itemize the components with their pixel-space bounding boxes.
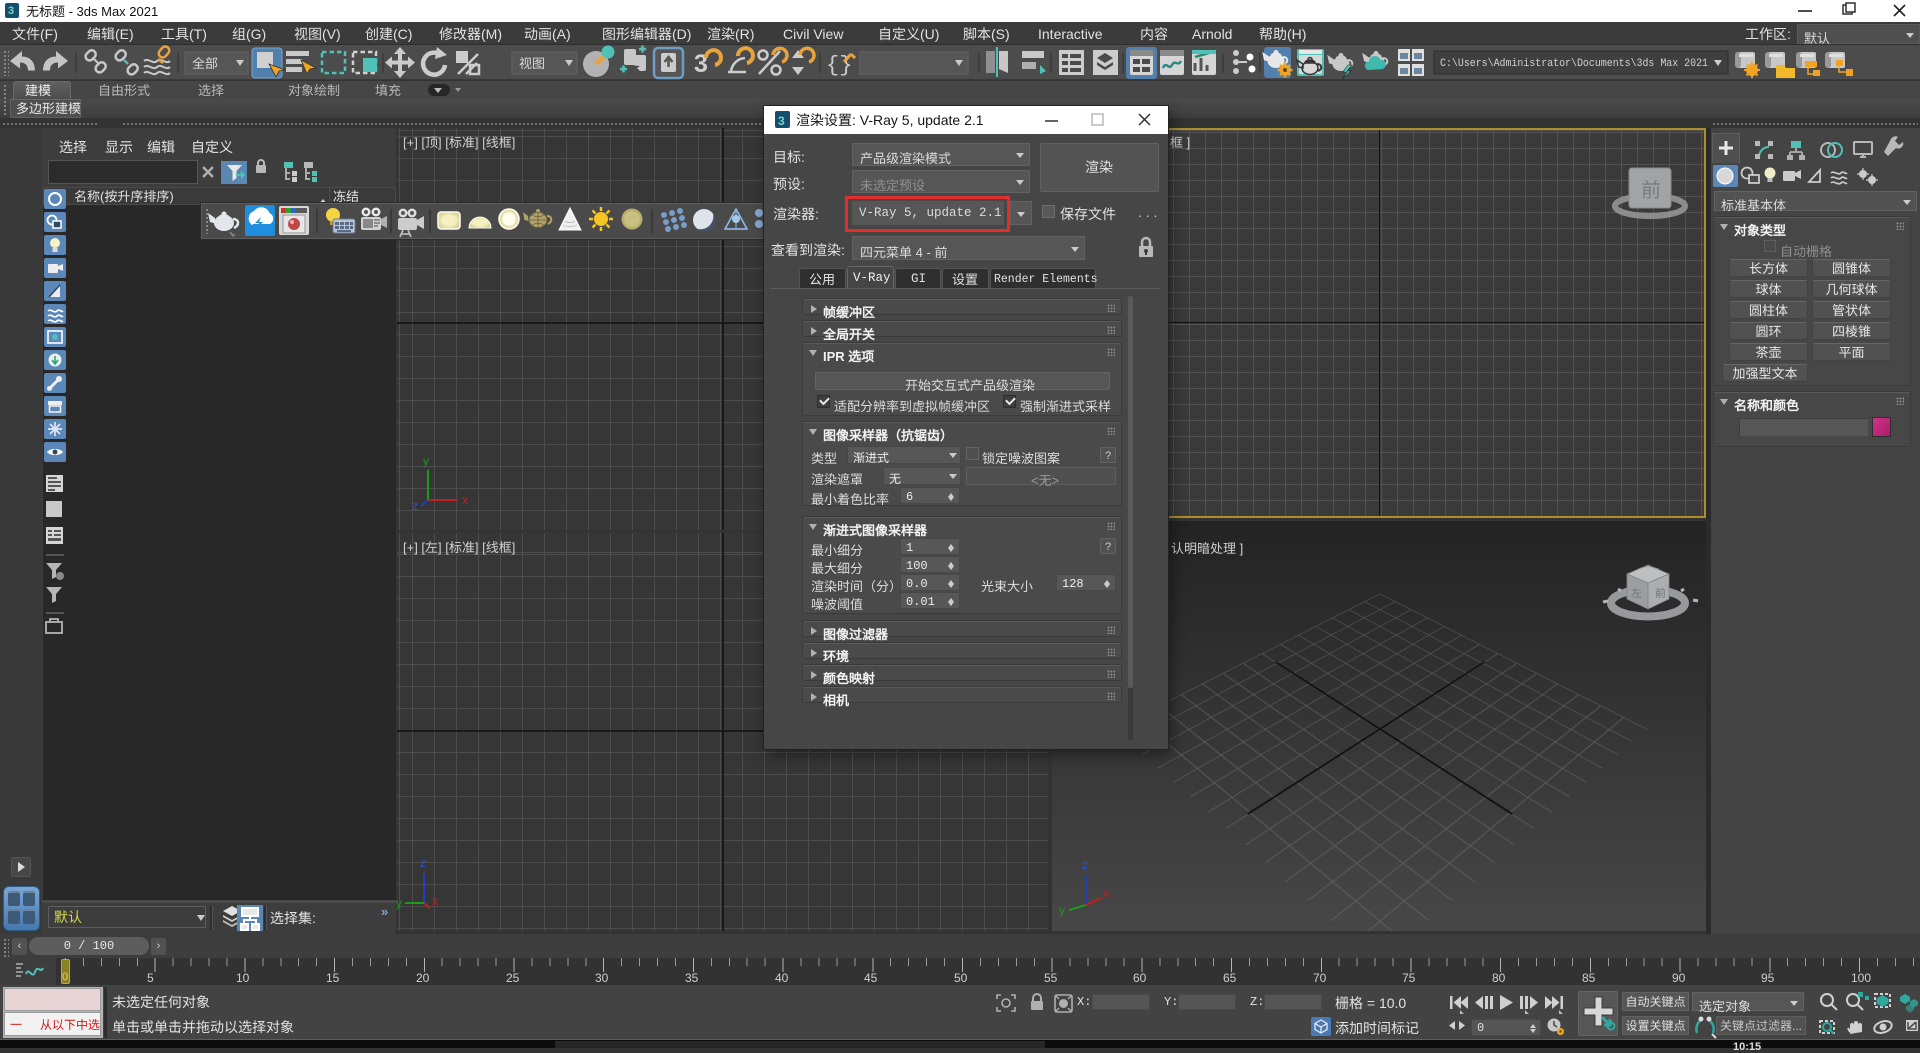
svg-text:x: x xyxy=(432,894,438,908)
svg-text:前: 前 xyxy=(1655,587,1666,600)
svg-text:z: z xyxy=(420,856,426,870)
svg-text:左: 左 xyxy=(1631,587,1642,600)
svg-text:z: z xyxy=(1082,858,1088,872)
svg-text:x: x xyxy=(1103,886,1109,900)
svg-text:z: z xyxy=(412,499,418,513)
svg-text:C:\Users\Administrator\Documen: C:\Users\Administrator\Documents\3ds Max… xyxy=(1440,58,1708,70)
svg-text:x: x xyxy=(462,493,468,507)
svg-text:y: y xyxy=(396,896,402,910)
svg-text:y: y xyxy=(1059,903,1065,917)
svg-text:y: y xyxy=(423,454,429,468)
svg-text:前: 前 xyxy=(1641,180,1661,202)
